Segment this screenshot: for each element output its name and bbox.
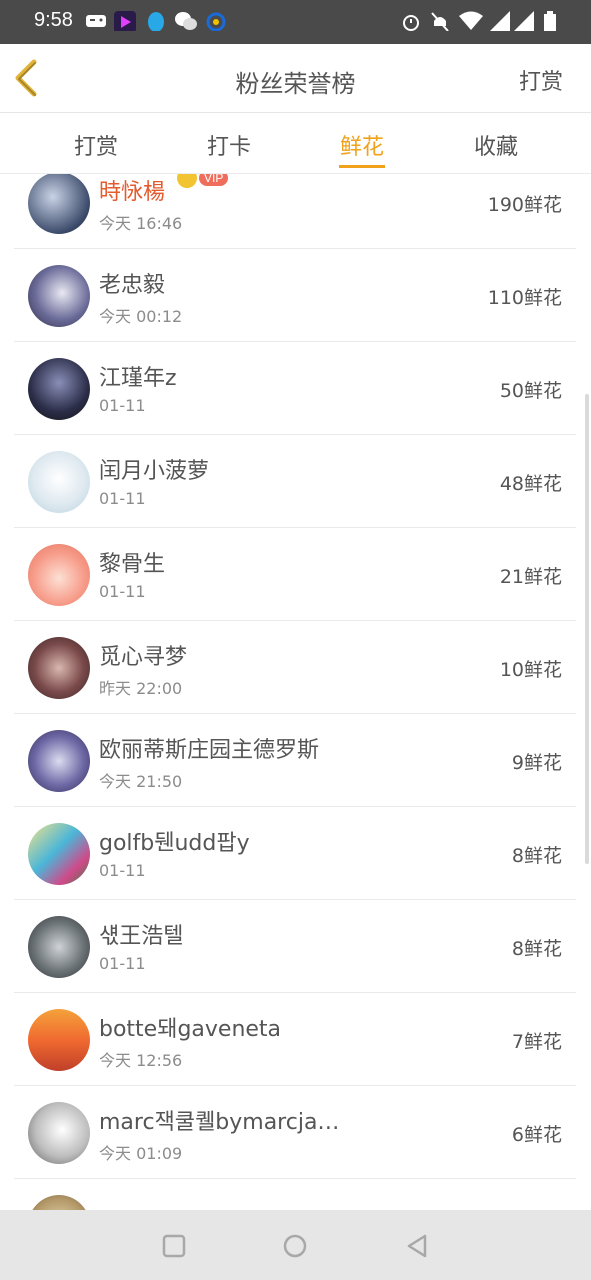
- list-item[interactable]: 江瑾年z 01-11 50鲜花: [14, 342, 576, 435]
- tab-favorites[interactable]: 收藏: [456, 129, 536, 161]
- fan-time: 今天 21:50: [99, 772, 183, 791]
- avatar: [28, 730, 90, 792]
- fan-time: 01-11: [99, 954, 146, 973]
- fan-name: 時怺楊: [99, 180, 166, 205]
- gamepad-icon: [86, 15, 106, 27]
- wifi-icon: [459, 11, 483, 30]
- page-title: 粉丝荣誉榜: [235, 70, 356, 98]
- top-app-bar: 粉丝荣誉榜 打赏: [0, 44, 591, 113]
- fan-time: 今天 00:12: [99, 307, 183, 326]
- list-item[interactable]: 섃王浩텔 01-11 8鲜花: [14, 900, 576, 993]
- reward-button[interactable]: 打赏: [519, 64, 563, 96]
- qq-icon: [148, 12, 164, 31]
- flower-count: 21鲜花: [499, 566, 562, 588]
- signal-icon: [490, 11, 510, 31]
- flower-count: 48鲜花: [499, 473, 562, 495]
- vip-badge: VIP: [177, 174, 229, 188]
- flower-count: 10鲜花: [499, 659, 562, 681]
- back-icon[interactable]: [403, 1232, 431, 1260]
- fan-name: 觅心寻梦: [99, 645, 188, 670]
- avatar: [28, 451, 90, 513]
- avatar: [28, 916, 90, 978]
- recent-apps-icon[interactable]: [160, 1232, 188, 1260]
- list-item[interactable]: 闰月小菠萝 01-11 48鲜花: [14, 435, 576, 528]
- avatar: [28, 174, 90, 234]
- flower-count: 9鲜花: [511, 752, 562, 774]
- fan-name: 闰月小菠萝: [99, 459, 210, 484]
- flower-count: 50鲜花: [499, 380, 562, 402]
- system-nav-bar: [0, 1210, 591, 1280]
- tab-reward[interactable]: 打赏: [56, 129, 136, 161]
- avatar: [28, 544, 90, 606]
- home-icon[interactable]: [281, 1232, 309, 1260]
- fan-time: 01-11: [99, 489, 146, 508]
- fan-name: 老忠毅: [99, 273, 166, 298]
- wechat-icon: [175, 12, 197, 30]
- crown-icon: [177, 174, 197, 188]
- fan-time: 今天 01:09: [99, 1144, 183, 1163]
- flower-count: 110鲜花: [487, 287, 562, 309]
- list-item[interactable]: 欧丽蒂斯庄园主德罗斯 今天 21:50 9鲜花: [14, 714, 576, 807]
- avatar: [28, 1195, 90, 1210]
- avatar: [28, 823, 90, 885]
- status-bar: 9:58: [0, 0, 591, 44]
- tab-flowers[interactable]: 鲜花: [322, 129, 402, 161]
- alarm-icon: [403, 15, 419, 31]
- list-item[interactable]: marc잭쿨퀠bymarcja… 今天 01:09 6鲜花: [14, 1086, 576, 1179]
- fan-name: golfb뒌udd팝y: [99, 831, 250, 856]
- flower-count: 190鲜花: [487, 194, 562, 216]
- list-item[interactable]: golfb뒌udd팝y 01-11 8鲜花: [14, 807, 576, 900]
- fan-name: 欧丽蒂斯庄园主德罗斯: [99, 738, 320, 763]
- list-item[interactable]: 觅心寻梦 昨天 22:00 10鲜花: [14, 621, 576, 714]
- fan-time: 01-11: [99, 861, 146, 880]
- tab-checkin[interactable]: 打卡: [189, 129, 269, 161]
- fan-time: 昨天 22:00: [99, 679, 183, 698]
- scrollbar[interactable]: [585, 394, 589, 864]
- list-item[interactable]: botte돼gaveneta 今天 12:56 7鲜花: [14, 993, 576, 1086]
- list-item[interactable]: 老忠毅 今天 00:12 110鲜花: [14, 249, 576, 342]
- fan-name: 섃王浩텔: [99, 924, 184, 949]
- list-item[interactable]: 時怺楊 VIP 今天 16:46 190鲜花: [14, 174, 576, 249]
- fan-name: marc잭쿨퀠bymarcja…: [99, 1110, 340, 1135]
- flower-count: 7鲜花: [511, 1031, 562, 1053]
- fan-time: 今天 12:56: [99, 1051, 183, 1070]
- active-tab-indicator: [339, 165, 385, 168]
- flower-count: 8鲜花: [511, 938, 562, 960]
- avatar: [28, 1009, 90, 1071]
- video-app-icon: [114, 11, 136, 31]
- fan-name: botte돼gaveneta: [99, 1017, 282, 1042]
- fan-time: 今天 16:46: [99, 214, 183, 233]
- fan-time: 01-11: [99, 582, 146, 601]
- list-item[interactable]: 黎骨生 01-11 21鲜花: [14, 528, 576, 621]
- fan-ranking-list: 時怺楊 VIP 今天 16:46 190鲜花 老忠毅 今天 00:12 110鲜…: [0, 174, 591, 1210]
- list-item[interactable]: [14, 1179, 576, 1210]
- avatar: [28, 358, 90, 420]
- vip-label: VIP: [199, 174, 229, 186]
- phone-app-icon: [206, 12, 226, 31]
- fan-time: 01-11: [99, 396, 146, 415]
- signal-icon: [514, 11, 534, 31]
- tab-bar: 打赏 打卡 鲜花 收藏: [0, 113, 591, 174]
- status-time: 9:58: [34, 9, 73, 31]
- mute-icon: [431, 12, 449, 31]
- avatar: [28, 637, 90, 699]
- avatar: [28, 1102, 90, 1164]
- battery-icon: [544, 11, 556, 31]
- avatar: [28, 265, 90, 327]
- flower-count: 8鲜花: [511, 845, 562, 867]
- fan-name: 黎骨生: [99, 552, 166, 577]
- flower-count: 6鲜花: [511, 1124, 562, 1146]
- fan-name: 江瑾年z: [99, 366, 177, 391]
